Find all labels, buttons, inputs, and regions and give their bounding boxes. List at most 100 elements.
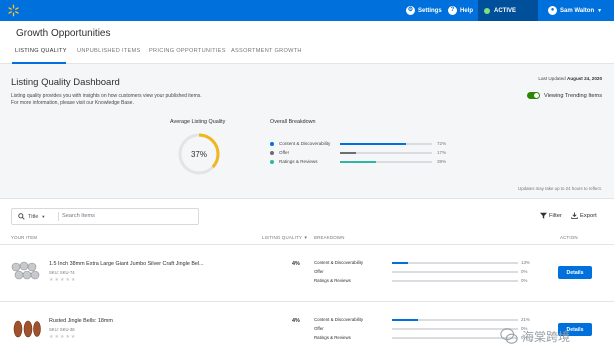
breakdown-percent: 17%	[437, 150, 447, 155]
item-sku: SKU: SKU-74	[49, 270, 75, 275]
search-divider	[58, 212, 59, 221]
details-button[interactable]: Details	[558, 266, 592, 279]
sort-down-icon: ▼	[303, 235, 308, 240]
help-button[interactable]: ? Help	[448, 0, 473, 21]
tab-unpublished-items[interactable]: UNPUBLISHED ITEMS	[77, 48, 141, 54]
item-breakdown-track	[392, 271, 518, 273]
item-sku: SKU: SKU-36	[49, 327, 75, 332]
listing-quality-value: 4%	[292, 318, 300, 324]
item-breakdown-percent: 0%	[521, 269, 528, 274]
breakdown-name: Content & Discoverability	[279, 141, 331, 146]
item-thumbnail	[11, 261, 40, 280]
tab-pricing-opportunities[interactable]: PRICING OPPORTUNITIES	[149, 48, 226, 54]
overall-breakdown-label: Overall Breakdown	[270, 119, 316, 125]
header-breakdown: BREAKDOWN	[314, 235, 345, 240]
table-header: YOUR ITEM LISTING QUALITY ▼ BREAKDOWN AC…	[0, 231, 614, 245]
last-updated: Last Updated August 24, 2020	[538, 76, 602, 81]
help-icon: ?	[448, 6, 457, 15]
breakdown-track	[340, 152, 432, 154]
last-updated-label: Last Updated	[538, 76, 566, 81]
active-status[interactable]: ACTIVE	[478, 0, 538, 21]
legend-dot-icon	[270, 160, 274, 164]
breakdown-row: Content & Discoverability 72%	[270, 141, 460, 149]
star-rating: ★★★★★	[49, 334, 77, 340]
breakdown-row: Ratings & Reviews 39%	[270, 159, 460, 167]
settings-button[interactable]: ⚙ Settings	[406, 0, 442, 21]
status-dot-icon	[484, 7, 490, 14]
legend-dot-icon	[270, 142, 274, 146]
breakdown-percent: 72%	[437, 141, 447, 146]
item-name[interactable]: 1.5 Inch 38mm Extra Large Giant Jumbo Si…	[49, 261, 204, 267]
breakdown-row: Offer 17%	[270, 150, 460, 158]
chevron-down-icon: ▼	[597, 7, 603, 14]
search-type-label: Title	[28, 213, 39, 220]
item-breakdown-percent: 0%	[521, 278, 528, 283]
average-quality-label: Average Listing Quality	[170, 119, 226, 125]
tab-listing-quality[interactable]: LISTING QUALITY	[15, 48, 67, 54]
settings-label: Settings	[418, 7, 442, 14]
breakdown-track	[340, 161, 432, 163]
item-breakdown-row: Content & Discoverability 13%	[314, 260, 534, 268]
page-title: Growth Opportunities	[16, 28, 111, 39]
search-icon	[18, 213, 25, 220]
description-line-2: For more information, please visit our K…	[11, 100, 134, 106]
user-menu[interactable]: ● Sam Walton ▼	[548, 0, 602, 21]
breakdown-name: Ratings & Reviews	[279, 159, 318, 164]
top-bar: ⚙ Settings ? Help ACTIVE ● Sam Walton ▼	[0, 0, 614, 21]
header-listing-quality[interactable]: LISTING QUALITY ▼	[262, 235, 308, 240]
breakdown-track	[340, 143, 432, 145]
search-bar[interactable]: Title ▼ Search Items	[11, 208, 199, 225]
last-updated-date: August 24, 2020	[567, 76, 602, 81]
description-line-1: Listing quality provides you with insigh…	[11, 93, 202, 99]
breakdown-percent: 39%	[437, 159, 447, 164]
breakdown-fill	[340, 152, 356, 154]
item-breakdown-name: Ratings & Reviews	[314, 278, 351, 283]
item-name[interactable]: Rusted Jingle Bells: 18mm	[49, 318, 113, 324]
export-icon	[571, 212, 578, 219]
watermark-text: 海棠跨境	[522, 329, 571, 344]
item-breakdown-track	[392, 262, 518, 264]
item-breakdown-name: Offer	[314, 269, 324, 274]
filter-label: Filter	[549, 212, 562, 219]
wechat-icon	[500, 328, 518, 344]
tab-bar: LISTING QUALITY UNPUBLISHED ITEMS PRICIN…	[0, 42, 614, 64]
listing-quality-value: 4%	[292, 261, 300, 267]
search-type-select[interactable]: Title ▼	[18, 213, 45, 220]
update-note: Updates may take up to 24 hours to refle…	[518, 186, 602, 191]
item-thumbnail	[13, 320, 41, 338]
spark-logo-icon	[8, 4, 19, 17]
toggle-label: Viewing Trending Items	[543, 92, 602, 99]
trending-toggle[interactable]: Viewing Trending Items	[526, 92, 602, 99]
tab-assortment-growth[interactable]: ASSORTMENT GROWTH	[231, 48, 302, 54]
listing-quality-dashboard: Listing Quality Dashboard Listing qualit…	[0, 64, 614, 199]
user-icon: ●	[548, 6, 557, 15]
toggle-switch[interactable]	[526, 92, 540, 99]
item-breakdown-name: Content & Discoverability	[314, 260, 364, 265]
item-breakdown-name: Content & Discoverability	[314, 317, 364, 322]
item-breakdown-fill	[392, 319, 419, 321]
search-input[interactable]: Search Items	[62, 213, 95, 219]
item-breakdown-percent: 13%	[521, 260, 530, 265]
watermark: 海棠跨境	[500, 316, 612, 356]
dashboard-description: Listing quality provides you with insigh…	[11, 93, 231, 107]
breakdown-name: Offer	[279, 150, 290, 155]
item-breakdown-row: Offer 0%	[314, 269, 534, 277]
breakdown-fill	[340, 161, 376, 163]
item-breakdown-track	[392, 280, 518, 282]
user-name: Sam Walton	[560, 7, 595, 14]
item-breakdown-fill	[392, 262, 409, 264]
table-row: 1.5 Inch 38mm Extra Large Giant Jumbo Si…	[0, 246, 614, 302]
item-breakdown-name: Ratings & Reviews	[314, 335, 351, 340]
breakdown-fill	[340, 143, 407, 145]
star-rating: ★★★★★	[49, 277, 77, 283]
filter-icon	[540, 212, 547, 219]
item-breakdown-name: Offer	[314, 326, 324, 331]
gear-icon: ⚙	[406, 6, 415, 15]
help-label: Help	[460, 7, 474, 14]
header-your-item[interactable]: YOUR ITEM	[11, 235, 37, 240]
item-breakdown-row: Ratings & Reviews 0%	[314, 278, 534, 286]
header-listing-quality-label: LISTING QUALITY	[262, 235, 303, 240]
average-quality-value: 37%	[190, 149, 207, 159]
export-button[interactable]: Export	[571, 212, 597, 219]
filter-button[interactable]: Filter	[540, 212, 562, 219]
